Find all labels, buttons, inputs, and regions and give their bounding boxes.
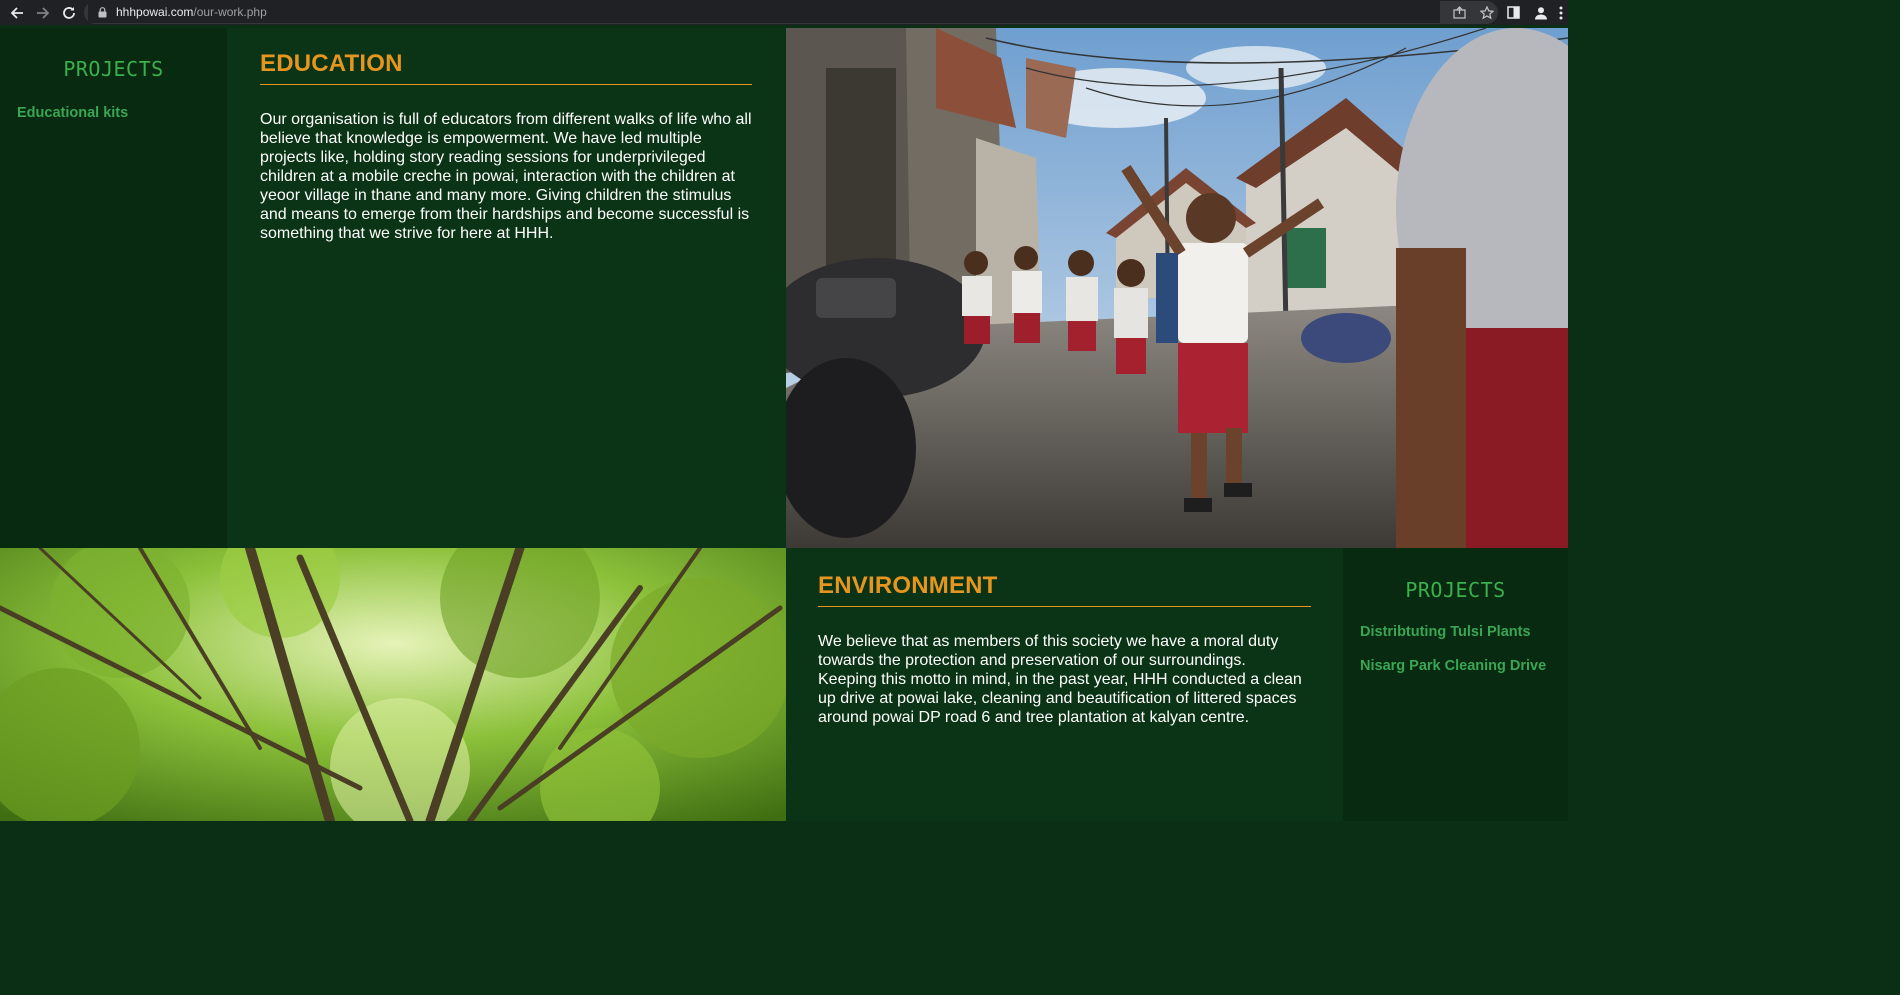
- side-panel-icon: [1507, 6, 1520, 19]
- project-link-educational-kits[interactable]: Educational kits: [17, 105, 227, 121]
- toolbar-actions: [1446, 0, 1568, 25]
- share-icon: [1453, 6, 1466, 19]
- star-icon: [1479, 5, 1494, 19]
- environment-title: ENVIRONMENT: [818, 572, 1311, 607]
- education-section: EDUCATION Our organisation is full of ed…: [227, 28, 786, 548]
- arrow-left-icon: [10, 6, 23, 19]
- lock-icon[interactable]: [98, 6, 107, 18]
- back-button[interactable]: [4, 0, 30, 25]
- browser-toolbar: hhhpowai.com/our-work.php: [0, 0, 1568, 25]
- arrow-right-icon: [37, 6, 50, 19]
- url-path: /our-work.php: [193, 5, 267, 19]
- education-title: EDUCATION: [260, 50, 752, 85]
- reload-icon: [63, 6, 75, 19]
- project-link-nisarg-park[interactable]: Nisarg Park Cleaning Drive: [1360, 658, 1568, 674]
- environment-section: ENVIRONMENT We believe that as members o…: [786, 548, 1343, 821]
- forest-canopy-photo: [0, 548, 786, 821]
- address-bar-content[interactable]: hhhpowai.com/our-work.php: [88, 1, 1440, 23]
- reload-button[interactable]: [56, 0, 82, 25]
- profile-button[interactable]: [1527, 0, 1554, 25]
- url-host: hhhpowai.com: [116, 5, 194, 19]
- profile-icon: [1534, 6, 1547, 19]
- environment-description: We believe that as members of this socie…: [818, 633, 1302, 726]
- education-description: Our organisation is full of educators fr…: [260, 111, 752, 242]
- page-content: PROJECTS Educational kits EDUCATION Our …: [0, 25, 1568, 821]
- schoolchildren-photo: [786, 28, 1568, 548]
- projects-heading: PROJECTS: [63, 57, 164, 81]
- share-button[interactable]: [1446, 0, 1473, 25]
- kebab-menu-icon: [1559, 6, 1563, 19]
- environment-projects-sidebar: PROJECTS Distribtuting Tulsi Plants Nisa…: [1343, 548, 1568, 821]
- bookmark-button[interactable]: [1473, 0, 1500, 25]
- forward-button[interactable]: [30, 0, 56, 25]
- education-projects-sidebar: PROJECTS Educational kits: [0, 28, 227, 548]
- side-panel-button[interactable]: [1500, 0, 1527, 25]
- projects-heading: PROJECTS: [1405, 578, 1506, 602]
- project-link-tulsi-plants[interactable]: Distribtuting Tulsi Plants: [1360, 624, 1568, 640]
- browser-menu-button[interactable]: [1554, 0, 1568, 25]
